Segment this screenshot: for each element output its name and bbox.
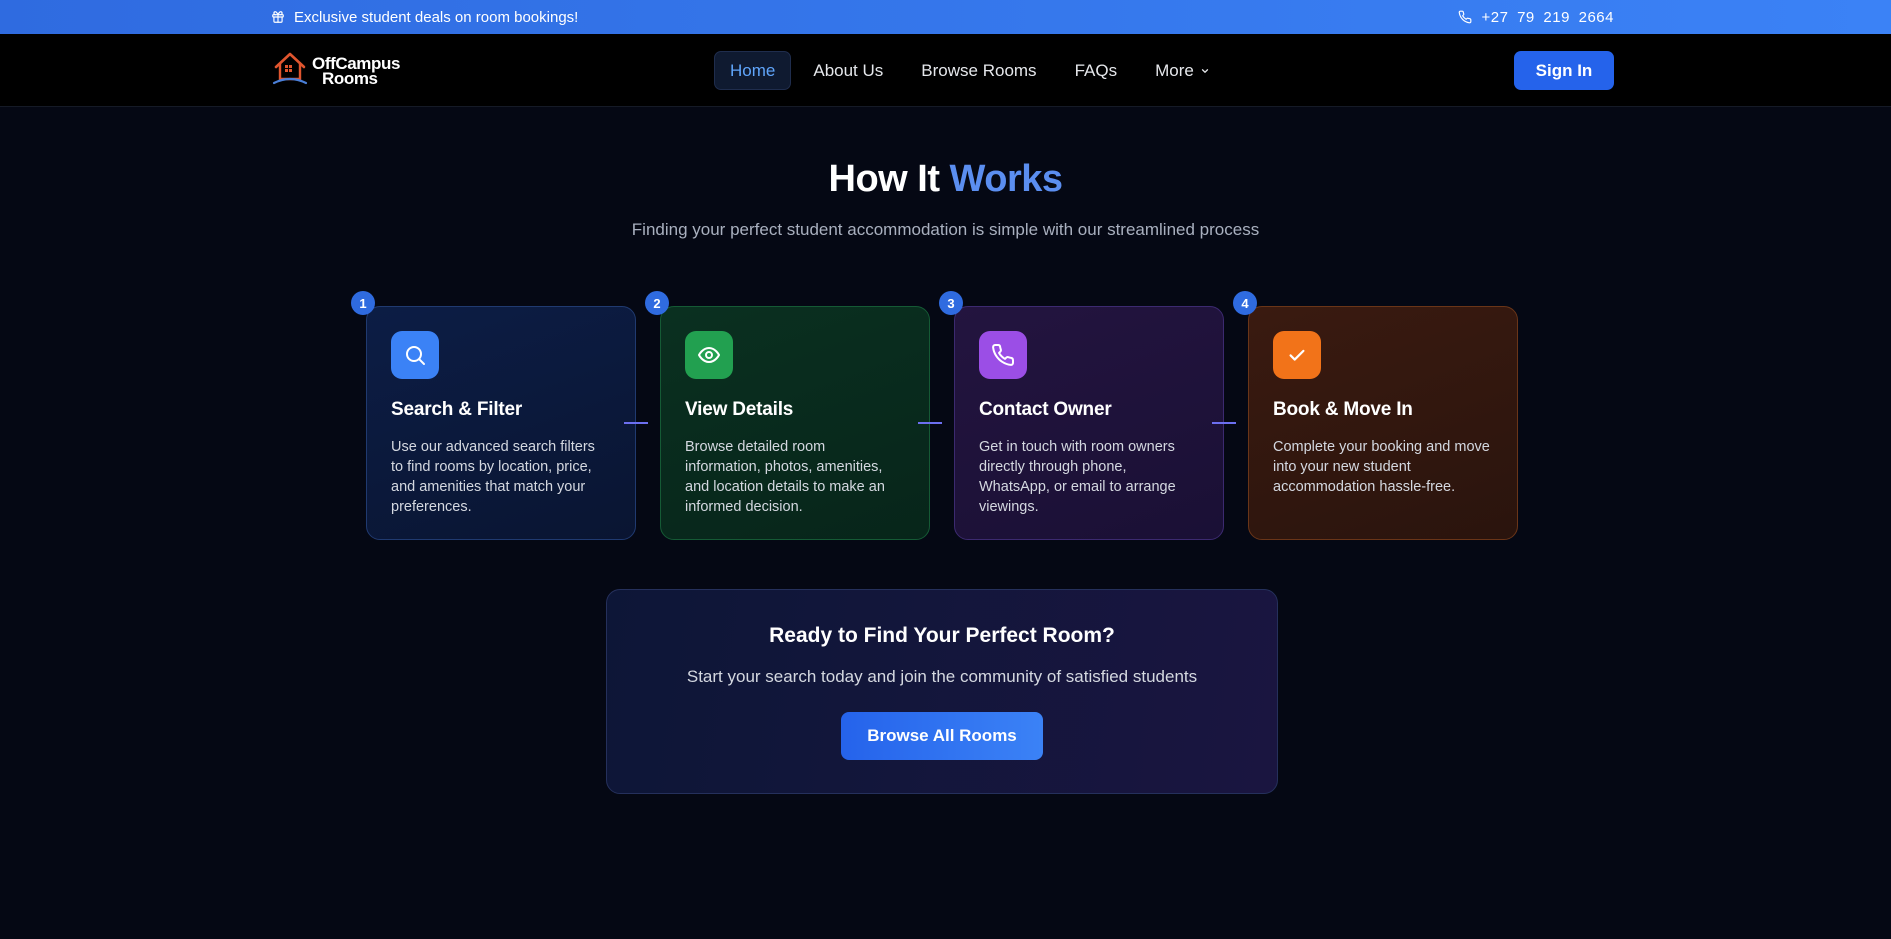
nav-browse-rooms[interactable]: Browse Rooms [905,51,1052,90]
step-card-view-details: 2 View Details Browse detailed room info… [645,291,930,540]
step-description: Browse detailed room information, photos… [685,439,885,515]
sign-in-button[interactable]: Sign In [1514,51,1614,90]
search-icon [391,331,439,379]
promo-text: Exclusive student deals on room bookings… [294,8,579,26]
step-title: Search & Filter [391,399,523,420]
nav-links: Home About Us Browse Rooms FAQs More [714,51,1226,90]
browse-all-rooms-button[interactable]: Browse All Rooms [841,712,1043,760]
logo-wordmark: OffCampus Rooms [312,55,400,88]
phone-icon [1457,9,1473,25]
phone-number[interactable]: +27 79 219 2664 [1481,9,1614,26]
gift-icon [270,9,286,25]
nav-home[interactable]: Home [714,51,792,90]
logo[interactable]: OffCampus Rooms [272,49,400,93]
check-icon [1273,331,1321,379]
eye-icon [685,331,733,379]
step-number-badge: 4 [1233,291,1257,315]
step-title: Book & Move In [1273,399,1413,420]
step-title: View Details [685,399,794,420]
step-connector [1212,422,1236,424]
logo-line2: Rooms [322,69,378,88]
nav-more-label: More [1155,60,1194,80]
step-description: Get in touch with room owners directly t… [979,439,1176,515]
page-subtitle: Finding your perfect student accommodati… [631,220,1260,239]
step-connector [918,422,942,424]
title-plain: How It [828,158,940,200]
step-description: Use our advanced search filters to find … [391,439,595,515]
step-description: Complete your booking and move into your… [1273,439,1490,495]
step-card-search: 1 Search & Filter Use our advanced searc… [351,291,636,540]
navbar: OffCampus Rooms Home About Us Browse Roo… [0,34,1891,107]
promo-bar: Exclusive student deals on room bookings… [0,0,1891,34]
phone-icon [979,331,1027,379]
house-logo-icon [272,49,308,94]
chevron-down-icon [1200,66,1210,76]
promo-phone[interactable]: +27 79 219 2664 [1457,0,1614,34]
step-number-badge: 1 [351,291,375,315]
promo-message: Exclusive student deals on room bookings… [270,0,578,34]
title-accent: Works [949,158,1063,200]
step-number-badge: 3 [939,291,963,315]
step-connector [624,422,648,424]
nav-faqs[interactable]: FAQs [1059,51,1134,90]
cta-panel: Ready to Find Your Perfect Room? Start y… [606,589,1278,794]
step-title: Contact Owner [979,399,1112,420]
page-title: How It Works [0,158,1891,201]
cta-title: Ready to Find Your Perfect Room? [769,624,1115,647]
cta-subtitle: Start your search today and join the com… [686,667,1198,686]
nav-more[interactable]: More [1139,51,1226,90]
step-card-book-move-in: 4 Book & Move In Complete your booking a… [1233,291,1518,540]
step-card-contact-owner: 3 Contact Owner Get in touch with room o… [939,291,1224,540]
nav-about-us[interactable]: About Us [797,51,899,90]
step-number-badge: 2 [645,291,669,315]
